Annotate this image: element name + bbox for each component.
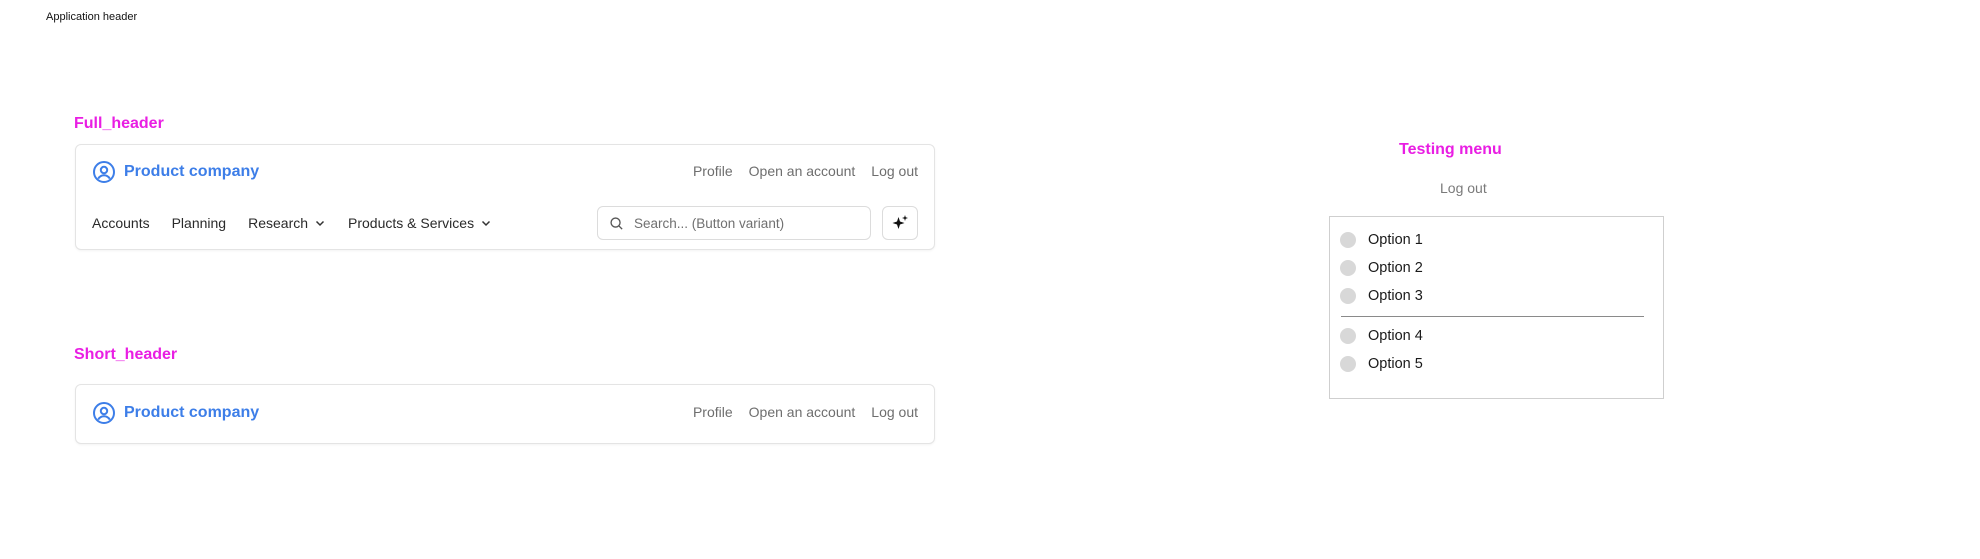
nav-item-label: Research	[248, 215, 309, 231]
logout-link[interactable]: Log out	[871, 163, 918, 179]
testing-menu: Option 1 Option 2 Option 3 Option 4 Opti…	[1329, 216, 1664, 399]
nav-item-research[interactable]: Research	[248, 215, 326, 231]
nav-item-accounts[interactable]: Accounts	[92, 215, 150, 231]
full-header-section-label: Full_header	[74, 115, 164, 132]
top-links: Profile Open an account Log out	[693, 163, 918, 179]
open-account-link[interactable]: Open an account	[749, 163, 856, 179]
top-links: Profile Open an account Log out	[693, 404, 918, 420]
search-button[interactable]: Search... (Button variant)	[597, 206, 871, 240]
search-placeholder: Search... (Button variant)	[634, 215, 785, 231]
user-circle-icon	[93, 402, 115, 424]
page-label: Application header	[46, 11, 138, 23]
logout-link[interactable]: Log out	[871, 404, 918, 420]
radio-icon[interactable]	[1340, 288, 1356, 304]
menu-divider	[1341, 316, 1644, 317]
radio-icon[interactable]	[1340, 232, 1356, 248]
chevron-down-icon	[315, 220, 325, 227]
menu-option-label: Option 3	[1368, 288, 1423, 304]
testing-menu-logout[interactable]: Log out	[1440, 180, 1487, 196]
menu-option-label: Option 5	[1368, 356, 1423, 372]
menu-option-label: Option 1	[1368, 232, 1423, 248]
short-header-section-label: Short_header	[74, 346, 178, 363]
radio-icon[interactable]	[1340, 356, 1356, 372]
nav-item-label: Products & Services	[348, 215, 475, 231]
main-nav: Accounts Planning Research Products & Se…	[92, 215, 492, 231]
full-header: Product company Profile Open an account …	[75, 144, 935, 250]
nav-item-planning[interactable]: Planning	[172, 215, 227, 231]
radio-icon[interactable]	[1340, 260, 1356, 276]
nav-item-products-services[interactable]: Products & Services	[348, 215, 492, 231]
menu-option-1[interactable]: Option 1	[1340, 232, 1423, 248]
menu-option-label: Option 2	[1368, 260, 1423, 276]
open-account-link[interactable]: Open an account	[749, 404, 856, 420]
menu-option-label: Option 4	[1368, 328, 1423, 344]
nav-item-label: Accounts	[92, 215, 150, 231]
user-circle-icon	[93, 161, 115, 183]
brand-name: Product company	[124, 163, 260, 180]
menu-option-2[interactable]: Option 2	[1340, 260, 1423, 276]
menu-option-5[interactable]: Option 5	[1340, 356, 1423, 372]
brand[interactable]: Product company	[92, 160, 259, 184]
profile-link[interactable]: Profile	[693, 163, 733, 179]
testing-menu-title: Testing menu	[1399, 141, 1502, 158]
sparkle-icon	[892, 215, 908, 229]
short-header: Product company Profile Open an account …	[75, 384, 935, 444]
chevron-down-icon	[482, 220, 491, 227]
nav-item-label: Planning	[171, 215, 227, 231]
menu-option-3[interactable]: Option 3	[1340, 288, 1423, 304]
ai-assistant-button[interactable]	[882, 206, 918, 240]
search-icon	[610, 216, 623, 230]
profile-link[interactable]: Profile	[693, 404, 733, 420]
brand-name: Product company	[124, 404, 260, 421]
menu-option-4[interactable]: Option 4	[1340, 328, 1423, 344]
brand[interactable]: Product company	[92, 401, 259, 425]
radio-icon[interactable]	[1340, 328, 1356, 344]
